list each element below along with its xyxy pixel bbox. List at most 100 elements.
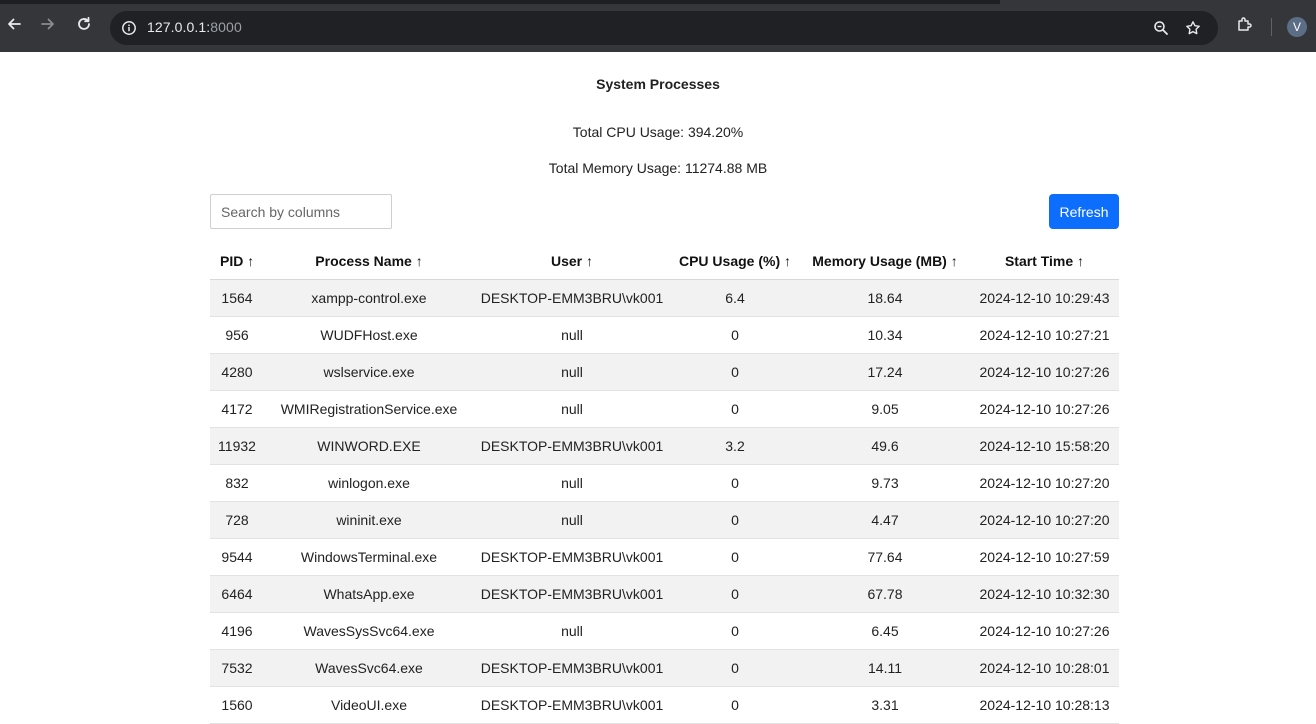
cpu-usage-cell: 0 bbox=[670, 686, 800, 724]
url-host: 127.0.0.1: bbox=[147, 19, 211, 35]
profile-avatar[interactable]: V bbox=[1287, 17, 1307, 37]
pid-cell: 4280 bbox=[210, 353, 264, 391]
forward-button[interactable] bbox=[34, 12, 62, 40]
start-time-cell: 2024-12-10 10:27:26 bbox=[970, 612, 1119, 650]
table-row: 956 WUDFHost.exe null 0 10.34 2024-12-10 10:2… bbox=[210, 316, 1119, 354]
column-header-memory-usage[interactable]: Memory Usage (MB) ↑ bbox=[800, 243, 970, 280]
column-header-start-time[interactable]: Start Time ↑ bbox=[970, 243, 1119, 280]
user-cell: DESKTOP-EMM3BRU\vk001 bbox=[474, 279, 670, 317]
cpu-usage-cell: 0 bbox=[670, 464, 800, 502]
reload-icon bbox=[76, 16, 92, 37]
memory-usage-cell: 17.24 bbox=[800, 353, 970, 391]
process-name-cell: WUDFHost.exe bbox=[264, 316, 474, 354]
forward-arrow-icon bbox=[40, 16, 56, 37]
pid-cell: 6464 bbox=[210, 575, 264, 613]
cpu-usage-cell: 3.2 bbox=[670, 427, 800, 465]
pid-cell: 4172 bbox=[210, 390, 264, 428]
process-table-body: 1564 xampp-control.exe DESKTOP-EMM3BRU\vk0… bbox=[210, 279, 1119, 724]
memory-usage-cell: 10.34 bbox=[800, 316, 970, 354]
table-row: 1564 xampp-control.exe DESKTOP-EMM3BRU\vk0… bbox=[210, 279, 1119, 317]
user-cell: DESKTOP-EMM3BRU\vk001 bbox=[474, 649, 670, 687]
user-cell: null bbox=[474, 464, 670, 502]
start-time-cell: 2024-12-10 10:28:13 bbox=[970, 686, 1119, 724]
table-row: 11932 WINWORD.EXE DESKTOP-EMM3BRU\vk001 3.2… bbox=[210, 427, 1119, 465]
cpu-usage-cell: 0 bbox=[670, 353, 800, 391]
user-cell: DESKTOP-EMM3BRU\vk001 bbox=[474, 538, 670, 576]
start-time-cell: 2024-12-10 10:27:26 bbox=[970, 353, 1119, 391]
back-arrow-icon bbox=[6, 16, 22, 37]
memory-usage-cell: 4.47 bbox=[800, 501, 970, 539]
pid-cell: 9544 bbox=[210, 538, 264, 576]
start-time-cell: 2024-12-10 15:58:20 bbox=[970, 427, 1119, 465]
pid-cell: 956 bbox=[210, 316, 264, 354]
pid-cell: 4196 bbox=[210, 612, 264, 650]
address-bar[interactable]: 127.0.0.1:8000 bbox=[110, 11, 1218, 45]
table-row: 4280 wslservice.exe null 0 17.24 2024-12-10 1… bbox=[210, 353, 1119, 391]
process-table-container: PID ↑ Process Name ↑ User ↑ CPU Usage (%… bbox=[210, 243, 1119, 724]
process-table: PID ↑ Process Name ↑ User ↑ CPU Usage (%… bbox=[210, 243, 1119, 724]
table-row: 728 wininit.exe null 0 4.47 2024-12-10 10:27:… bbox=[210, 501, 1119, 539]
reload-button[interactable] bbox=[70, 12, 98, 40]
table-row: 1560 VideoUI.exe DESKTOP-EMM3BRU\vk001 0 3.3… bbox=[210, 686, 1119, 724]
column-header-cpu-usage[interactable]: CPU Usage (%) ↑ bbox=[670, 243, 800, 280]
start-time-cell: 2024-12-10 10:27:21 bbox=[970, 316, 1119, 354]
column-header-pid[interactable]: PID ↑ bbox=[210, 243, 264, 280]
process-name-cell: wslservice.exe bbox=[264, 353, 474, 391]
search-input[interactable] bbox=[210, 194, 392, 229]
cpu-usage-cell: 0 bbox=[670, 538, 800, 576]
pid-cell: 1564 bbox=[210, 279, 264, 317]
process-name-cell: wininit.exe bbox=[264, 501, 474, 539]
cpu-usage-cell: 0 bbox=[670, 390, 800, 428]
memory-usage-cell: 67.78 bbox=[800, 575, 970, 613]
bookmark-star-icon[interactable] bbox=[1183, 18, 1203, 38]
start-time-cell: 2024-12-10 10:27:59 bbox=[970, 538, 1119, 576]
cpu-usage-cell: 0 bbox=[670, 575, 800, 613]
process-name-cell: WavesSysSvc64.exe bbox=[264, 612, 474, 650]
memory-usage-cell: 6.45 bbox=[800, 612, 970, 650]
cpu-usage-cell: 0 bbox=[670, 612, 800, 650]
cpu-usage-cell: 0 bbox=[670, 501, 800, 539]
pid-cell: 11932 bbox=[210, 427, 264, 465]
table-row: 9544 WindowsTerminal.exe DESKTOP-EMM3BRU\v… bbox=[210, 538, 1119, 576]
tab-strip bbox=[0, 0, 1000, 4]
zoom-icon[interactable] bbox=[1151, 18, 1171, 38]
cpu-usage-cell: 0 bbox=[670, 316, 800, 354]
user-cell: DESKTOP-EMM3BRU\vk001 bbox=[474, 575, 670, 613]
pid-cell: 832 bbox=[210, 464, 264, 502]
url-port: 8000 bbox=[210, 19, 242, 35]
memory-usage-cell: 14.11 bbox=[800, 649, 970, 687]
column-header-process-name[interactable]: Process Name ↑ bbox=[264, 243, 474, 280]
table-row: 6464 WhatsApp.exe DESKTOP-EMM3BRU\vk001 0 67… bbox=[210, 575, 1119, 613]
start-time-cell: 2024-12-10 10:28:01 bbox=[970, 649, 1119, 687]
process-name-cell: WindowsTerminal.exe bbox=[264, 538, 474, 576]
process-name-cell: winlogon.exe bbox=[264, 464, 474, 502]
extensions-button[interactable] bbox=[1233, 14, 1257, 38]
table-row: 4196 WavesSysSvc64.exe null 0 6.45 2024-12-10… bbox=[210, 612, 1119, 650]
process-name-cell: WMIRegistrationService.exe bbox=[264, 390, 474, 428]
toolbar-divider bbox=[1271, 18, 1272, 36]
user-cell: DESKTOP-EMM3BRU\vk001 bbox=[474, 686, 670, 724]
url-text[interactable]: 127.0.0.1:8000 bbox=[147, 19, 242, 35]
refresh-button[interactable]: Refresh bbox=[1049, 194, 1119, 229]
pid-cell: 1560 bbox=[210, 686, 264, 724]
user-cell: null bbox=[474, 316, 670, 354]
total-memory-usage: Total Memory Usage: 11274.88 MB bbox=[548, 160, 768, 176]
memory-usage-cell: 3.31 bbox=[800, 686, 970, 724]
memory-usage-cell: 77.64 bbox=[800, 538, 970, 576]
user-cell: DESKTOP-EMM3BRU\vk001 bbox=[474, 427, 670, 465]
start-time-cell: 2024-12-10 10:27:20 bbox=[970, 464, 1119, 502]
cpu-usage-cell: 0 bbox=[670, 649, 800, 687]
site-info-icon[interactable] bbox=[119, 18, 139, 38]
table-header-row: PID ↑ Process Name ↑ User ↑ CPU Usage (%… bbox=[210, 243, 1119, 280]
user-cell: null bbox=[474, 390, 670, 428]
memory-usage-cell: 9.73 bbox=[800, 464, 970, 502]
process-name-cell: xampp-control.exe bbox=[264, 279, 474, 317]
column-header-user[interactable]: User ↑ bbox=[474, 243, 670, 280]
start-time-cell: 2024-12-10 10:32:30 bbox=[970, 575, 1119, 613]
puzzle-icon bbox=[1236, 15, 1254, 38]
total-cpu-usage: Total CPU Usage: 394.20% bbox=[572, 124, 744, 140]
start-time-cell: 2024-12-10 10:27:20 bbox=[970, 501, 1119, 539]
back-button[interactable] bbox=[0, 12, 28, 40]
pid-cell: 728 bbox=[210, 501, 264, 539]
user-cell: null bbox=[474, 612, 670, 650]
